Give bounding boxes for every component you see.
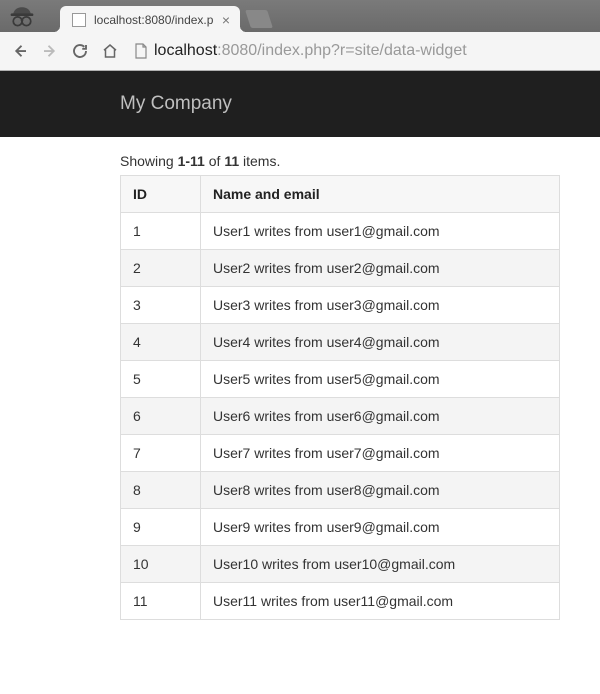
cell-name-email: User11 writes from user11@gmail.com: [201, 583, 560, 620]
cell-name-email: User7 writes from user7@gmail.com: [201, 435, 560, 472]
back-button[interactable]: [10, 41, 30, 61]
table-row: 8User8 writes from user8@gmail.com: [121, 472, 560, 509]
new-tab-button[interactable]: [245, 10, 273, 28]
table-row: 5User5 writes from user5@gmail.com: [121, 361, 560, 398]
cell-name-email: User10 writes from user10@gmail.com: [201, 546, 560, 583]
cell-name-email: User9 writes from user9@gmail.com: [201, 509, 560, 546]
table-row: 9User9 writes from user9@gmail.com: [121, 509, 560, 546]
tab-close-icon[interactable]: ×: [222, 13, 230, 27]
tab-bar: localhost:8080/index.p ×: [0, 0, 600, 32]
table-row: 1User1 writes from user1@gmail.com: [121, 213, 560, 250]
col-header-id[interactable]: ID: [121, 176, 201, 213]
cell-id: 11: [121, 583, 201, 620]
page-icon: [134, 43, 148, 59]
cell-name-email: User5 writes from user5@gmail.com: [201, 361, 560, 398]
cell-id: 3: [121, 287, 201, 324]
table-row: 10User10 writes from user10@gmail.com: [121, 546, 560, 583]
favicon-icon: [72, 13, 86, 27]
tab-title: localhost:8080/index.p: [94, 13, 214, 27]
url-text: localhost:8080/index.php?r=site/data-wid…: [154, 42, 467, 60]
cell-id: 8: [121, 472, 201, 509]
cell-id: 6: [121, 398, 201, 435]
table-row: 11User11 writes from user11@gmail.com: [121, 583, 560, 620]
cell-name-email: User4 writes from user4@gmail.com: [201, 324, 560, 361]
home-button[interactable]: [100, 41, 120, 61]
cell-name-email: User8 writes from user8@gmail.com: [201, 472, 560, 509]
data-grid: ID Name and email 1User1 writes from use…: [120, 175, 560, 620]
cell-id: 5: [121, 361, 201, 398]
cell-id: 1: [121, 213, 201, 250]
reload-button[interactable]: [70, 41, 90, 61]
brand-title: My Company: [120, 93, 232, 114]
cell-id: 9: [121, 509, 201, 546]
cell-id: 7: [121, 435, 201, 472]
cell-id: 2: [121, 250, 201, 287]
address-bar[interactable]: localhost:8080/index.php?r=site/data-wid…: [130, 39, 590, 63]
cell-name-email: User2 writes from user2@gmail.com: [201, 250, 560, 287]
table-row: 6User6 writes from user6@gmail.com: [121, 398, 560, 435]
cell-name-email: User1 writes from user1@gmail.com: [201, 213, 560, 250]
cell-id: 4: [121, 324, 201, 361]
grid-summary: Showing 1-11 of 11 items.: [120, 153, 570, 169]
page-content: Showing 1-11 of 11 items. ID Name and em…: [0, 137, 600, 640]
browser-toolbar: localhost:8080/index.php?r=site/data-wid…: [0, 32, 600, 70]
browser-tab[interactable]: localhost:8080/index.p ×: [60, 6, 240, 32]
browser-chrome: localhost:8080/index.p × localhost:8080/…: [0, 0, 600, 71]
table-row: 7User7 writes from user7@gmail.com: [121, 435, 560, 472]
table-row: 2User2 writes from user2@gmail.com: [121, 250, 560, 287]
app-header: My Company: [0, 71, 600, 137]
incognito-icon: [8, 2, 36, 30]
cell-id: 10: [121, 546, 201, 583]
cell-name-email: User6 writes from user6@gmail.com: [201, 398, 560, 435]
cell-name-email: User3 writes from user3@gmail.com: [201, 287, 560, 324]
col-header-name-email[interactable]: Name and email: [201, 176, 560, 213]
table-header-row: ID Name and email: [121, 176, 560, 213]
table-row: 3User3 writes from user3@gmail.com: [121, 287, 560, 324]
table-row: 4User4 writes from user4@gmail.com: [121, 324, 560, 361]
forward-button[interactable]: [40, 41, 60, 61]
